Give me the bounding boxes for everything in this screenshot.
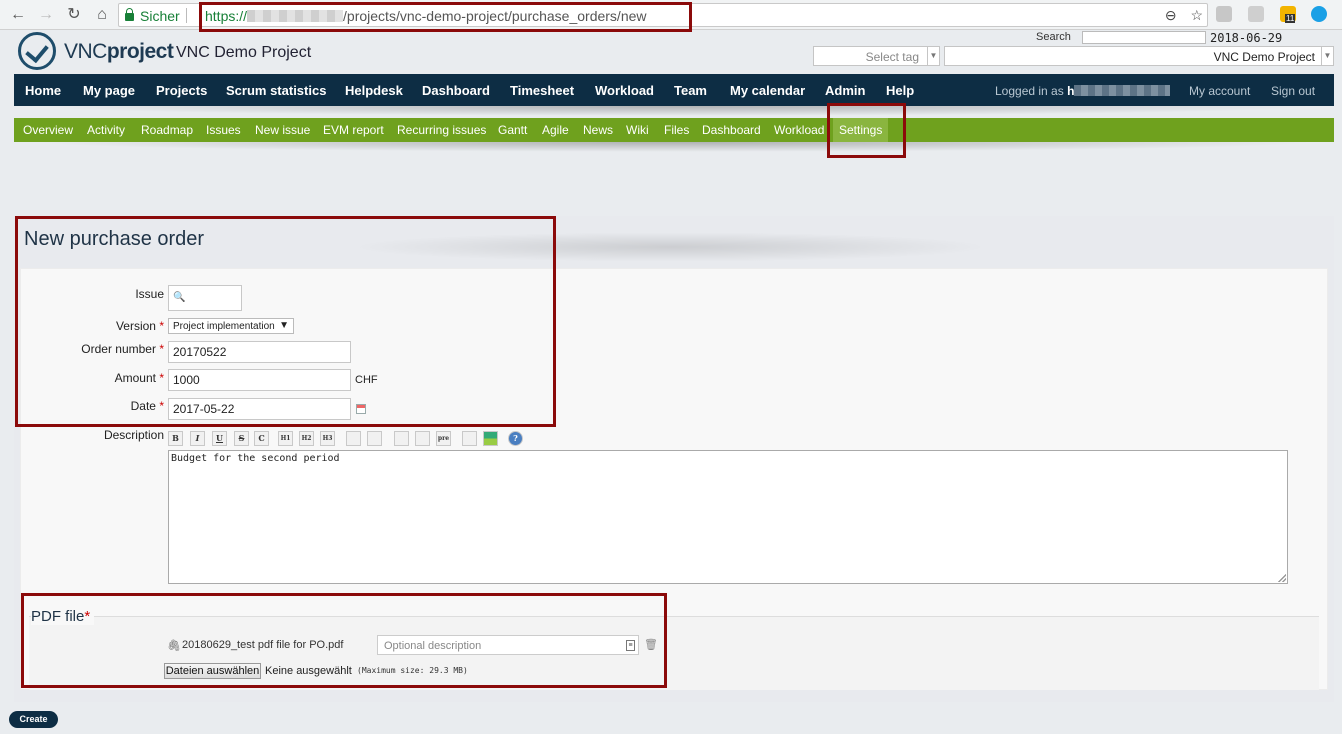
- tab-activity[interactable]: Activity: [87, 123, 125, 137]
- extension-badge: 11: [1285, 14, 1296, 23]
- home-icon[interactable]: ⌂: [92, 5, 112, 25]
- url-separator: [186, 8, 187, 23]
- project-select-value: VNC Demo Project: [1213, 50, 1315, 64]
- secure-indicator[interactable]: Sicher: [125, 8, 180, 24]
- unordered-list-icon[interactable]: ul: [346, 431, 361, 446]
- menu-shadow: [30, 106, 1320, 116]
- tab-recurring-issues[interactable]: Recurring issues: [397, 123, 486, 137]
- chevron-down-icon: ▼: [927, 47, 939, 65]
- brand-light: VNC: [64, 40, 107, 63]
- zoom-icon[interactable]: ⊖: [1165, 7, 1177, 23]
- project-jump-select[interactable]: VNC Demo Project ▼: [944, 46, 1334, 66]
- brand-name[interactable]: VNCproject: [64, 40, 174, 64]
- secure-label: Sicher: [140, 8, 180, 24]
- lock-icon: [125, 8, 134, 21]
- tab-roadmap[interactable]: Roadmap: [141, 123, 193, 137]
- tab-evm-report[interactable]: EVM report: [323, 123, 384, 137]
- outdent-icon[interactable]: out: [415, 431, 430, 446]
- resize-handle-icon[interactable]: [1278, 574, 1286, 582]
- menu-helpdesk[interactable]: Helpdesk: [345, 83, 403, 98]
- select-tag-dropdown[interactable]: Select tag ▼: [813, 46, 940, 66]
- header-project-name: VNC Demo Project: [176, 44, 312, 61]
- bold-icon[interactable]: B: [168, 431, 183, 446]
- code-icon[interactable]: C: [254, 431, 269, 446]
- tab-dashboard[interactable]: Dashboard: [702, 123, 761, 137]
- project-menu-shadow: [30, 142, 1320, 152]
- notes-extension-icon[interactable]: 11: [1280, 6, 1296, 23]
- help-icon[interactable]: ?: [508, 431, 523, 446]
- search-label: Search: [1036, 31, 1071, 43]
- top-menu: Home My page Projects Scrum statistics H…: [14, 74, 1334, 106]
- image-link-icon[interactable]: img: [462, 431, 477, 446]
- tab-overview[interactable]: Overview: [23, 123, 73, 137]
- my-account-link[interactable]: My account: [1189, 84, 1250, 98]
- reload-icon[interactable]: ↻: [64, 5, 84, 25]
- vnc-logo-icon[interactable]: [18, 32, 56, 70]
- project-menu: Overview Activity Roadmap Issues New iss…: [14, 118, 1334, 142]
- tab-news[interactable]: News: [583, 123, 613, 137]
- underline-icon[interactable]: U: [212, 431, 227, 446]
- picture-icon[interactable]: pic: [483, 431, 498, 446]
- annotation-box-form: [15, 216, 556, 427]
- description-label: Description: [103, 428, 164, 442]
- username-redacted: [1074, 85, 1171, 96]
- tab-agile[interactable]: Agile: [542, 123, 569, 137]
- menu-help[interactable]: Help: [886, 83, 914, 98]
- heading2-icon[interactable]: H2: [299, 431, 314, 446]
- create-button[interactable]: Create: [9, 711, 58, 728]
- dropbox-extension-icon[interactable]: [1216, 6, 1232, 22]
- tab-wiki[interactable]: Wiki: [626, 123, 649, 137]
- strikethrough-icon[interactable]: S: [234, 431, 249, 446]
- logged-in-prefix: Logged in as: [995, 84, 1064, 98]
- tab-gantt[interactable]: Gantt: [498, 123, 527, 137]
- menu-workload[interactable]: Workload: [595, 83, 654, 98]
- tab-issues[interactable]: Issues: [206, 123, 241, 137]
- menu-scrum-statistics[interactable]: Scrum statistics: [226, 83, 326, 98]
- heading3-icon[interactable]: H3: [320, 431, 335, 446]
- annotation-box-url: [199, 2, 692, 32]
- menu-projects[interactable]: Projects: [156, 83, 207, 98]
- menu-home[interactable]: Home: [25, 83, 61, 98]
- skype-extension-icon[interactable]: [1311, 6, 1327, 22]
- menu-team[interactable]: Team: [674, 83, 707, 98]
- brand-bold: project: [106, 40, 174, 63]
- annotation-box-pdf: [21, 593, 667, 688]
- tab-files[interactable]: Files: [664, 123, 689, 137]
- omnibox-icons: ⊖ ☆: [1165, 7, 1203, 24]
- description-textarea[interactable]: Budget for the second period: [168, 450, 1288, 584]
- logged-in-as: Logged in as h: [995, 84, 1171, 98]
- chevron-down-icon: ▼: [1321, 47, 1333, 65]
- sign-out-link[interactable]: Sign out: [1271, 84, 1315, 98]
- forward-arrow-icon[interactable]: →: [36, 5, 56, 25]
- bookmark-star-icon[interactable]: ☆: [1190, 7, 1203, 23]
- indent-icon[interactable]: in: [394, 431, 409, 446]
- italic-icon[interactable]: I: [190, 431, 205, 446]
- tab-new-issue[interactable]: New issue: [255, 123, 310, 137]
- menu-admin[interactable]: Admin: [825, 83, 865, 98]
- preformatted-icon[interactable]: pre: [436, 431, 451, 446]
- search-input[interactable]: [1082, 31, 1206, 44]
- logged-in-user[interactable]: h: [1067, 84, 1074, 98]
- menu-my-page[interactable]: My page: [83, 83, 135, 98]
- menu-my-calendar[interactable]: My calendar: [730, 83, 805, 98]
- settings-extension-icon[interactable]: [1248, 6, 1264, 22]
- annotation-box-settings: [827, 103, 906, 158]
- menu-timesheet[interactable]: Timesheet: [510, 83, 574, 98]
- back-arrow-icon[interactable]: ←: [8, 5, 28, 25]
- tab-workload[interactable]: Workload: [774, 123, 824, 137]
- heading1-icon[interactable]: H1: [278, 431, 293, 446]
- description-text: Budget for the second period: [171, 453, 340, 464]
- ordered-list-icon[interactable]: ol: [367, 431, 382, 446]
- select-tag-placeholder: Select tag: [865, 50, 919, 64]
- menu-dashboard[interactable]: Dashboard: [422, 83, 490, 98]
